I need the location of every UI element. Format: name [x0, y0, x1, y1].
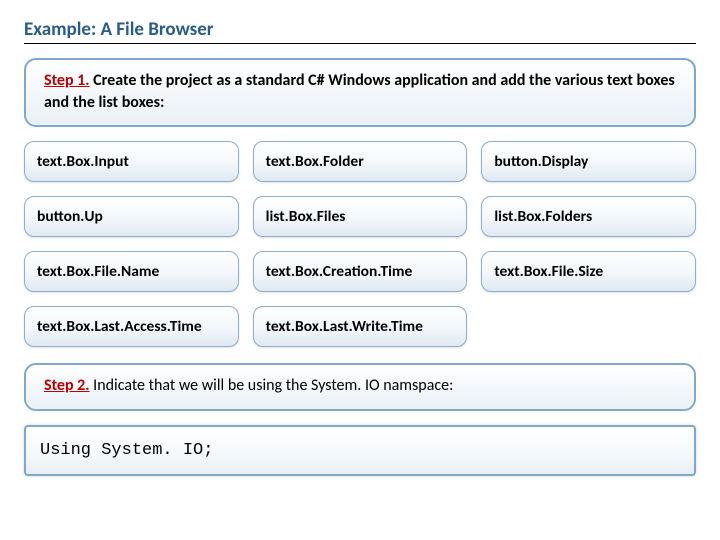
- control-pill: text.Box.Input: [24, 141, 239, 182]
- control-pill: text.Box.Folder: [253, 141, 468, 182]
- control-pill: button.Up: [24, 196, 239, 237]
- control-pill: text.Box.Last.Write.Time: [253, 306, 468, 347]
- step-2-box: Step 2. Indicate that we will be using t…: [24, 363, 696, 411]
- page-title: Example: A File Browser: [24, 18, 696, 44]
- control-pill: text.Box.Creation.Time: [253, 251, 468, 292]
- control-pill: list.Box.Folders: [481, 196, 696, 237]
- step-1-box: Step 1. Create the project as a standard…: [24, 58, 696, 127]
- step-1-text: Create the project as a standard C# Wind…: [44, 71, 675, 112]
- control-pill: text.Box.File.Size: [481, 251, 696, 292]
- control-pill: list.Box.Files: [253, 196, 468, 237]
- control-pill: button.Display: [481, 141, 696, 182]
- step-2-label: Step 2.: [44, 376, 90, 395]
- code-block: Using System. IO;: [24, 425, 696, 476]
- control-pill: text.Box.Last.Access.Time: [24, 306, 239, 347]
- step-1-label: Step 1.: [44, 71, 90, 90]
- control-pill: text.Box.File.Name: [24, 251, 239, 292]
- controls-grid: text.Box.Input text.Box.Folder button.Di…: [24, 141, 696, 347]
- step-2-text: Indicate that we will be using the Syste…: [90, 376, 454, 395]
